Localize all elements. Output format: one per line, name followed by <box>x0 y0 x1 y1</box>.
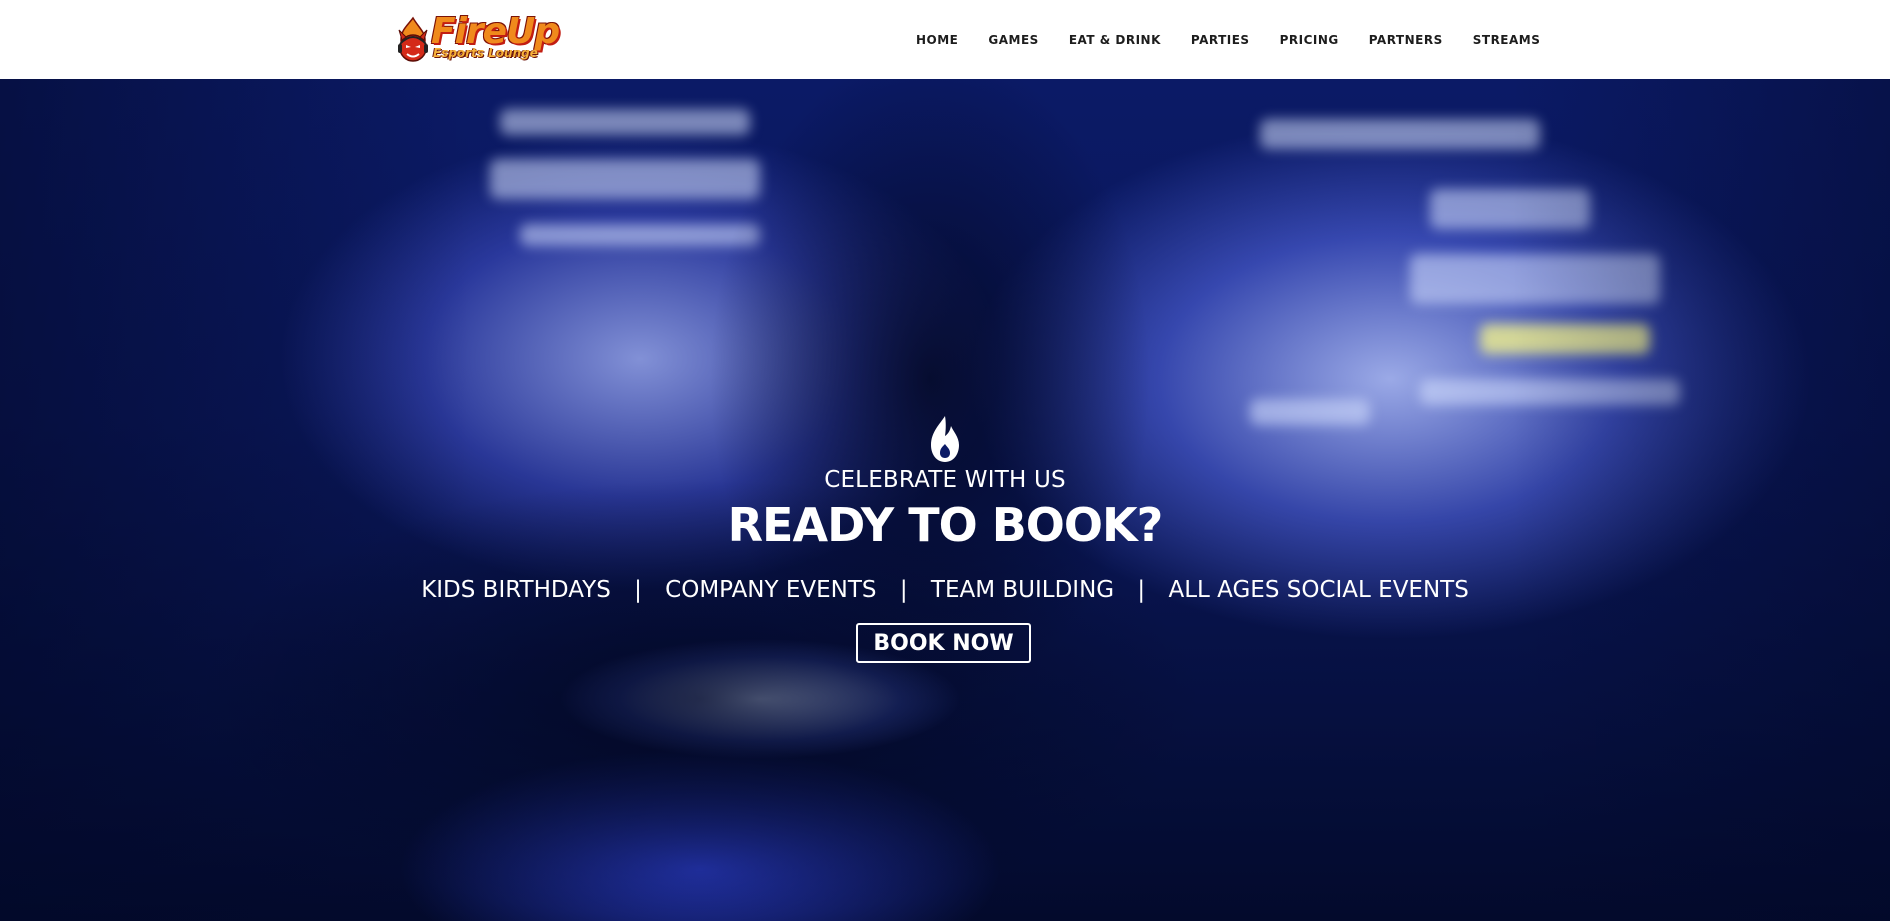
nav-parties[interactable]: PARTIES <box>1176 31 1265 49</box>
hero-eyebrow: CELEBRATE WITH US <box>824 467 1066 493</box>
hero-section: CELEBRATE WITH US READY TO BOOK? KIDS BI… <box>0 79 1890 921</box>
logo-wordmark: FireUp Esports Lounge <box>431 12 560 70</box>
site-header: FireUp Esports Lounge HOME GAMES EAT & D… <box>0 0 1890 79</box>
devil-mascot-icon <box>393 14 433 68</box>
book-now-button[interactable]: BOOK NOW <box>856 623 1031 663</box>
fireup-logo[interactable]: FireUp Esports Lounge <box>393 12 583 70</box>
separator: | <box>899 577 908 603</box>
event-type: TEAM BUILDING <box>930 577 1115 603</box>
event-types-list: KIDS BIRTHDAYS | COMPANY EVENTS | TEAM B… <box>0 577 1890 603</box>
hero-content: CELEBRATE WITH US READY TO BOOK? KIDS BI… <box>0 79 1890 921</box>
nav-pricing[interactable]: PRICING <box>1265 31 1354 49</box>
event-type: ALL AGES SOCIAL EVENTS <box>1168 577 1469 603</box>
flame-icon <box>925 414 965 464</box>
event-type: KIDS BIRTHDAYS <box>421 577 611 603</box>
nav-partners[interactable]: PARTNERS <box>1354 31 1458 49</box>
nav-home[interactable]: HOME <box>901 31 973 49</box>
nav-eat-drink[interactable]: EAT & DRINK <box>1054 31 1176 49</box>
nav-streams[interactable]: STREAMS <box>1458 31 1556 49</box>
separator: | <box>1137 577 1146 603</box>
event-type: COMPANY EVENTS <box>665 577 877 603</box>
nav-games[interactable]: GAMES <box>973 31 1053 49</box>
separator: | <box>634 577 642 603</box>
logo-subtitle: Esports Lounge <box>433 46 538 60</box>
main-nav: HOME GAMES EAT & DRINK PARTIES PRICING P… <box>901 31 1555 49</box>
hero-headline: READY TO BOOK? <box>727 498 1164 552</box>
